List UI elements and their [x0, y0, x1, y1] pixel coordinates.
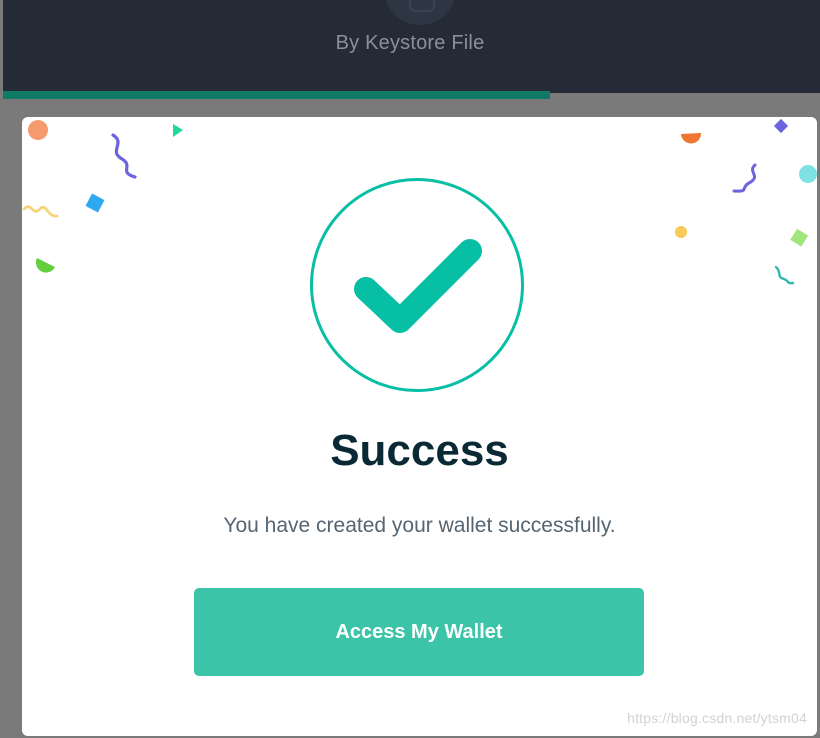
confetti-piece	[790, 228, 809, 247]
confetti-piece	[22, 205, 59, 218]
confetti-piece	[28, 120, 48, 140]
confetti-piece	[173, 124, 183, 137]
header-subtitle: By Keystore File	[335, 32, 485, 54]
confetti-piece	[111, 133, 137, 179]
confetti-piece	[732, 163, 757, 193]
access-my-wallet-button[interactable]: Access My Wallet	[194, 588, 644, 676]
success-title: Success	[330, 426, 509, 475]
confetti-piece	[681, 133, 702, 144]
confetti-piece	[35, 258, 55, 273]
success-message: You have created your wallet successfull…	[223, 514, 616, 537]
progress-bar	[3, 91, 550, 99]
confetti-piece	[85, 193, 105, 213]
confetti-piece	[773, 118, 789, 134]
confetti-piece	[675, 226, 687, 238]
check-circle-icon	[354, 239, 482, 333]
watermark: https://blog.csdn.net/ytsm04	[627, 710, 807, 726]
success-modal: Success You have created your wallet suc…	[22, 117, 817, 736]
success-ring	[310, 178, 524, 392]
keystore-icon-mark	[409, 0, 435, 12]
confetti-piece	[774, 265, 795, 285]
confetti-piece	[799, 165, 817, 183]
